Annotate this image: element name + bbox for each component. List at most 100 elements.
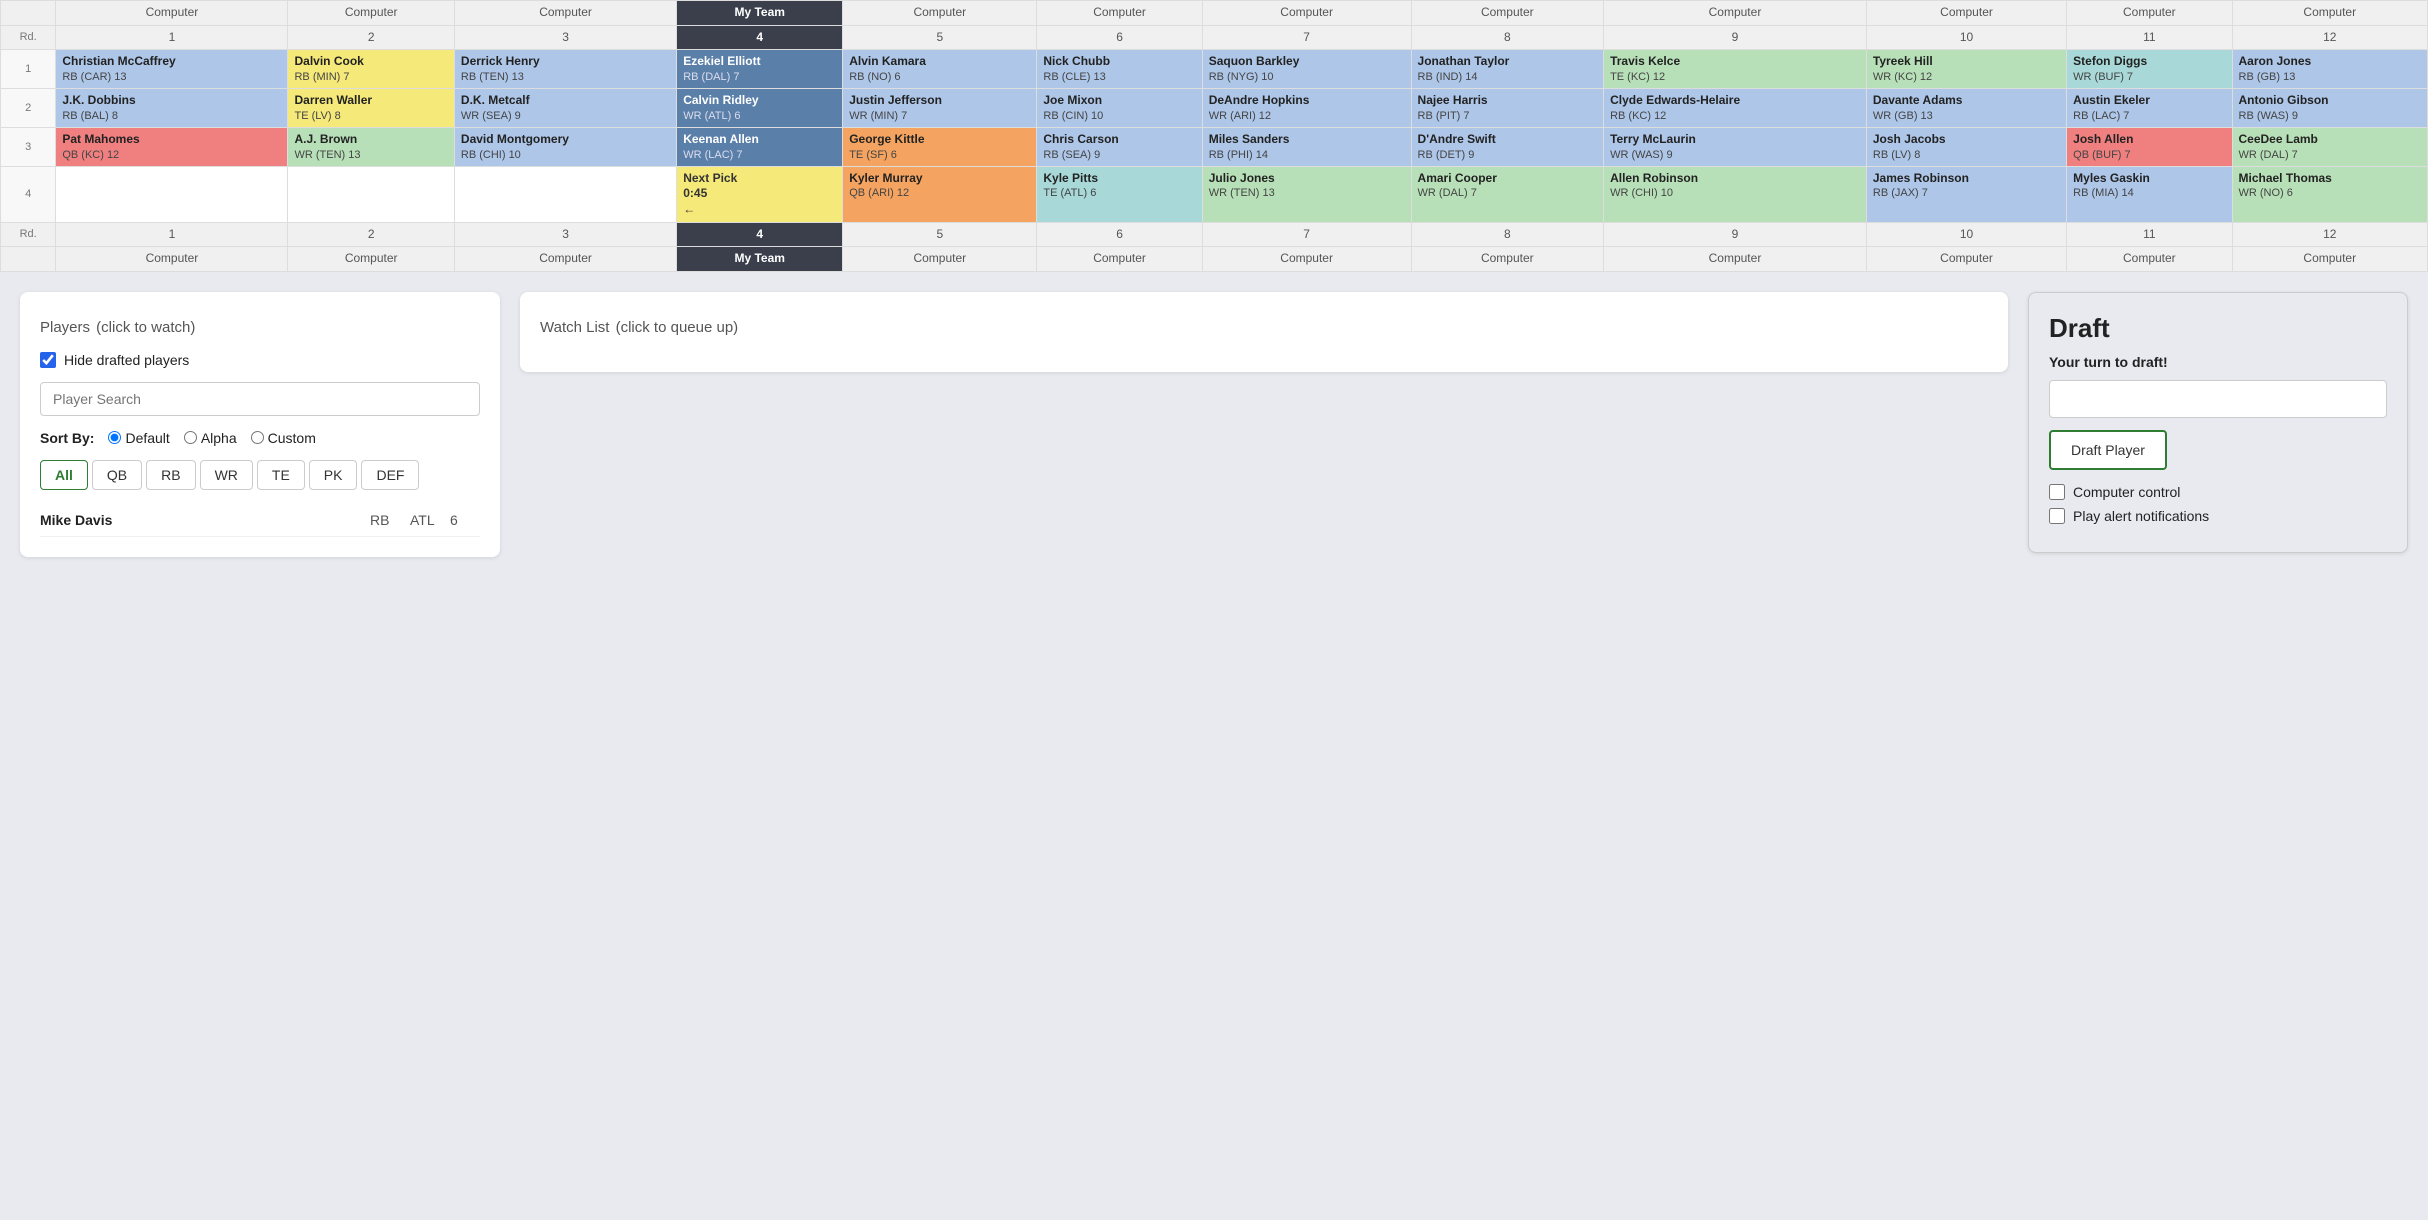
col-header-3: Computer xyxy=(454,1,676,26)
pick-cell[interactable]: Clyde Edwards-HelaireRB (KC) 12 xyxy=(1604,89,1867,128)
play-alert-checkbox[interactable] xyxy=(2049,508,2065,524)
col-header-8: Computer xyxy=(1411,1,1604,26)
pick-cell[interactable]: David MontgomeryRB (CHI) 10 xyxy=(454,127,676,166)
sort-default-radio[interactable] xyxy=(108,431,121,444)
draft-input[interactable] xyxy=(2049,380,2387,418)
pick-cell[interactable]: D'Andre SwiftRB (DET) 9 xyxy=(1411,127,1604,166)
watchlist-title-main: Watch List xyxy=(540,319,609,336)
pick-cell[interactable]: Josh AllenQB (BUF) 7 xyxy=(2067,127,2232,166)
filter-rb[interactable]: RB xyxy=(146,460,195,490)
pick-cell[interactable]: Austin EkelerRB (LAC) 7 xyxy=(2067,89,2232,128)
pick-cell[interactable]: Tyreek HillWR (KC) 12 xyxy=(1866,50,2066,89)
table-row: 4 Next Pick 0:45 ← Kyler MurrayQB (ARI) … xyxy=(1,166,2428,222)
player-rank: 6 xyxy=(450,512,480,528)
pick-cell[interactable]: Chris CarsonRB (SEA) 9 xyxy=(1037,127,1202,166)
pick-cell[interactable]: George KittleTE (SF) 6 xyxy=(843,127,1037,166)
pick-cell[interactable]: Aaron JonesRB (GB) 13 xyxy=(2232,50,2428,89)
pick-cell[interactable]: Saquon BarkleyRB (NYG) 10 xyxy=(1202,50,1411,89)
filter-wr[interactable]: WR xyxy=(200,460,253,490)
pick-cell[interactable]: CeeDee LambWR (DAL) 7 xyxy=(2232,127,2428,166)
filter-pk[interactable]: PK xyxy=(309,460,358,490)
pick-cell[interactable]: Julio JonesWR (TEN) 13 xyxy=(1202,166,1411,222)
pick-cell[interactable]: Myles GaskinRB (MIA) 14 xyxy=(2067,166,2232,222)
list-item[interactable]: Mike Davis RB ATL 6 xyxy=(40,504,480,537)
sort-custom-label[interactable]: Custom xyxy=(251,430,316,446)
col-header-5: Computer xyxy=(843,1,1037,26)
sort-default-label[interactable]: Default xyxy=(108,430,169,446)
rd-foot-10: 10 xyxy=(1866,222,2066,247)
pick-cell[interactable]: Miles SandersRB (PHI) 14 xyxy=(1202,127,1411,166)
empty-cell xyxy=(288,166,454,222)
pick-cell[interactable]: Kyler MurrayQB (ARI) 12 xyxy=(843,166,1037,222)
table-row: 3 Pat MahomesQB (KC) 12 A.J. BrownWR (TE… xyxy=(1,127,2428,166)
pick-cell[interactable]: Stefon DiggsWR (BUF) 7 xyxy=(2067,50,2232,89)
pick-cell[interactable]: James RobinsonRB (JAX) 7 xyxy=(1866,166,2066,222)
next-pick-time: 0:45 xyxy=(683,186,836,202)
pick-cell-myteam[interactable]: Ezekiel ElliottRB (DAL) 7 xyxy=(677,50,843,89)
rd-num-4: 4 xyxy=(677,25,843,50)
footer-comp-7: Computer xyxy=(1202,247,1411,272)
pick-cell[interactable]: Allen RobinsonWR (CHI) 10 xyxy=(1604,166,1867,222)
pick-cell[interactable]: Jonathan TaylorRB (IND) 14 xyxy=(1411,50,1604,89)
computer-control-checkbox[interactable] xyxy=(2049,484,2065,500)
filter-qb[interactable]: QB xyxy=(92,460,142,490)
rd-label-footer: Rd. xyxy=(1,222,56,247)
pick-cell[interactable]: Derrick HenryRB (TEN) 13 xyxy=(454,50,676,89)
pick-cell[interactable]: Pat MahomesQB (KC) 12 xyxy=(56,127,288,166)
rd-foot-3: 3 xyxy=(454,222,676,247)
players-panel: Players (click to watch) Hide drafted pl… xyxy=(20,292,500,557)
search-input[interactable] xyxy=(40,382,480,416)
filter-def[interactable]: DEF xyxy=(361,460,419,490)
pick-cell[interactable]: Justin JeffersonWR (MIN) 7 xyxy=(843,89,1037,128)
computer-control-label: Computer control xyxy=(2073,484,2180,500)
pick-cell[interactable]: Dalvin CookRB (MIN) 7 xyxy=(288,50,454,89)
col-header-6: Computer xyxy=(1037,1,1202,26)
sort-custom-radio[interactable] xyxy=(251,431,264,444)
pick-cell[interactable]: Amari CooperWR (DAL) 7 xyxy=(1411,166,1604,222)
footer-comp-10: Computer xyxy=(1866,247,2066,272)
pick-cell[interactable]: Darren WallerTE (LV) 8 xyxy=(288,89,454,128)
pick-cell[interactable]: Josh JacobsRB (LV) 8 xyxy=(1866,127,2066,166)
round-number: 3 xyxy=(1,127,56,166)
pick-cell[interactable]: D.K. MetcalfWR (SEA) 9 xyxy=(454,89,676,128)
pick-cell-myteam[interactable]: Keenan AllenWR (LAC) 7 xyxy=(677,127,843,166)
next-pick-label: Next Pick xyxy=(683,171,836,187)
pick-cell[interactable]: Joe MixonRB (CIN) 10 xyxy=(1037,89,1202,128)
footer-comp-6: Computer xyxy=(1037,247,1202,272)
pick-cell[interactable]: Christian McCaffreyRB (CAR) 13 xyxy=(56,50,288,89)
rd-foot-7: 7 xyxy=(1202,222,1411,247)
pick-cell[interactable]: Davante AdamsWR (GB) 13 xyxy=(1866,89,2066,128)
sort-alpha-radio[interactable] xyxy=(184,431,197,444)
pick-cell[interactable]: Alvin KamaraRB (NO) 6 xyxy=(843,50,1037,89)
rd-foot-1: 1 xyxy=(56,222,288,247)
draft-title: Draft xyxy=(2049,313,2387,344)
hide-drafted-row: Hide drafted players xyxy=(40,352,480,368)
players-title-main: Players xyxy=(40,319,90,336)
pick-cell[interactable]: Antonio GibsonRB (WAS) 9 xyxy=(2232,89,2428,128)
round-number: 2 xyxy=(1,89,56,128)
pick-cell[interactable]: Kyle PittsTE (ATL) 6 xyxy=(1037,166,1202,222)
hide-drafted-checkbox[interactable] xyxy=(40,352,56,368)
footer-comp-2: Computer xyxy=(288,247,454,272)
col-header-11: Computer xyxy=(2067,1,2232,26)
pick-cell[interactable]: Michael ThomasWR (NO) 6 xyxy=(2232,166,2428,222)
pick-cell-myteam[interactable]: Calvin RidleyWR (ATL) 6 xyxy=(677,89,843,128)
pick-cell[interactable]: DeAndre HopkinsWR (ARI) 12 xyxy=(1202,89,1411,128)
pick-cell[interactable]: Terry McLaurinWR (WAS) 9 xyxy=(1604,127,1867,166)
draft-player-button[interactable]: Draft Player xyxy=(2049,430,2167,470)
pick-cell[interactable]: Travis KelceTE (KC) 12 xyxy=(1604,50,1867,89)
sort-label: Sort By: xyxy=(40,430,94,446)
players-title-sub: (click to watch) xyxy=(96,319,195,336)
sort-alpha-label[interactable]: Alpha xyxy=(184,430,237,446)
rd-foot-12: 12 xyxy=(2232,222,2428,247)
filter-all[interactable]: All xyxy=(40,460,88,490)
rd-num-12: 12 xyxy=(2232,25,2428,50)
footer-myteam: My Team xyxy=(677,247,843,272)
pick-cell[interactable]: Najee HarrisRB (PIT) 7 xyxy=(1411,89,1604,128)
sort-default-text: Default xyxy=(125,430,169,446)
pick-cell[interactable]: A.J. BrownWR (TEN) 13 xyxy=(288,127,454,166)
pick-cell[interactable]: Nick ChubbRB (CLE) 13 xyxy=(1037,50,1202,89)
player-name: Mike Davis xyxy=(40,512,370,528)
pick-cell[interactable]: J.K. DobbinsRB (BAL) 8 xyxy=(56,89,288,128)
filter-te[interactable]: TE xyxy=(257,460,305,490)
